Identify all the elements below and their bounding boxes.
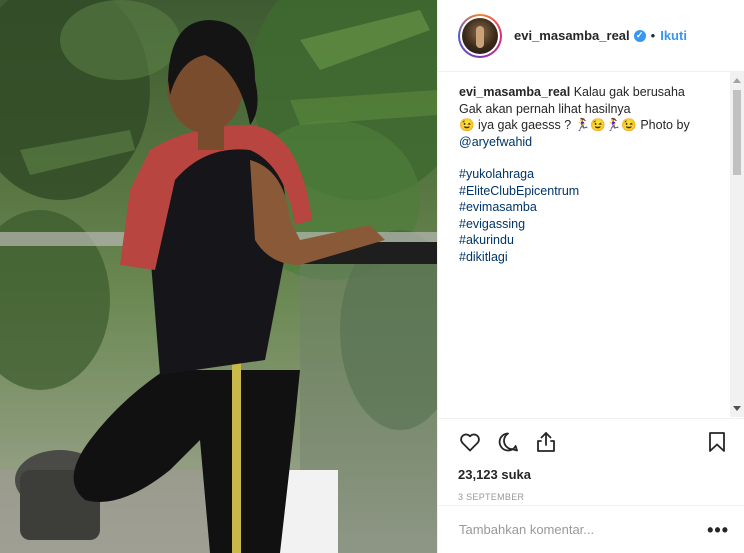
heart-icon[interactable] <box>458 430 482 454</box>
follow-button[interactable]: Ikuti <box>660 28 687 43</box>
avatar-frame <box>460 15 500 56</box>
action-icon-row <box>458 427 729 457</box>
like-count[interactable]: 23,123 suka <box>458 467 729 482</box>
comment-input[interactable] <box>459 522 708 537</box>
hashtag[interactable]: #EliteClubEpicentrum <box>459 183 722 200</box>
caption: evi_masamba_real Kalau gak berusaha Gak … <box>438 72 738 418</box>
caption-username[interactable]: evi_masamba_real <box>459 85 570 99</box>
hashtag[interactable]: #akurindu <box>459 232 722 249</box>
header-separator: • <box>650 28 656 43</box>
post-header: evi_masamba_real ✓ • Ikuti <box>438 0 744 72</box>
scroll-up-arrow-icon[interactable] <box>733 78 741 83</box>
caption-line-1: evi_masamba_real Kalau gak berusaha <box>459 84 722 101</box>
hashtag[interactable]: #yukolahraga <box>459 166 722 183</box>
more-options-icon[interactable]: ••• <box>707 521 729 539</box>
scroll-down-arrow-icon[interactable] <box>733 406 741 411</box>
hashtag-list: #yukolahraga #EliteClubEpicentrum #evima… <box>459 166 722 265</box>
post-photo-illustration <box>0 0 437 553</box>
hashtag[interactable]: #evimasamba <box>459 199 722 216</box>
post-actions: 23,123 suka 3 SEPTEMBER <box>438 418 744 508</box>
caption-line-3: 😉 iya gak gaesss ? 🏃‍♀️😉🏃‍♀️😉 Photo by <box>459 117 722 134</box>
caption-scrollbar[interactable] <box>730 72 744 417</box>
post-date[interactable]: 3 SEPTEMBER <box>458 492 729 502</box>
comment-box: ••• <box>438 505 744 553</box>
scrollbar-thumb[interactable] <box>733 90 741 175</box>
hashtag[interactable]: #dikitlagi <box>459 249 722 266</box>
post-side-panel: evi_masamba_real ✓ • Ikuti evi_masamba_r… <box>437 0 744 553</box>
caption-mention[interactable]: @aryefwahid <box>459 135 532 149</box>
caption-text-3: 😉 iya gak gaesss ? 🏃‍♀️😉🏃‍♀️😉 Photo by <box>459 118 690 132</box>
comment-icon[interactable] <box>496 430 520 454</box>
caption-text-2: Gak akan pernah lihat hasilnya <box>459 101 631 116</box>
header-username[interactable]: evi_masamba_real <box>514 28 630 43</box>
story-ring[interactable] <box>458 13 502 58</box>
share-icon[interactable] <box>534 430 558 454</box>
verified-check-icon: ✓ <box>633 29 646 42</box>
avatar[interactable] <box>462 17 498 54</box>
caption-text-1: Kalau gak berusaha <box>573 85 685 99</box>
hashtag[interactable]: #evigassing <box>459 216 722 233</box>
post-photo[interactable] <box>0 0 437 553</box>
bookmark-icon[interactable] <box>705 430 729 454</box>
